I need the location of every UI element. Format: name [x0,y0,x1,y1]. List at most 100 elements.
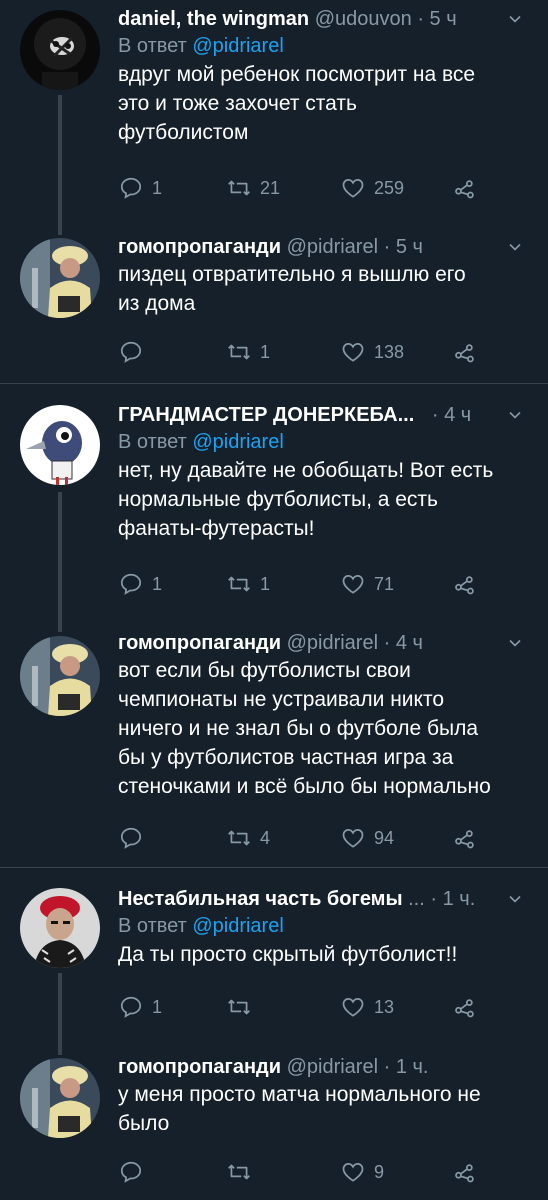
action-bar: 9 [118,1157,498,1187]
display-name[interactable]: Нестабильная часть богемы [118,888,403,910]
like-count: 138 [374,341,405,362]
costume-avatar-icon [20,1058,100,1138]
timestamp[interactable]: 5 ч [396,236,423,258]
share-button[interactable] [452,992,478,1022]
divider [0,383,548,384]
thread-line [58,973,62,1055]
reply-count: 1 [152,573,163,594]
share-button[interactable] [452,569,478,599]
retweet-icon [226,825,252,851]
tweet-text-line: из дома [118,292,196,315]
share-button[interactable] [452,337,478,367]
like-count: 13 [374,996,395,1017]
retweet-button[interactable]: 1 [226,569,270,599]
tweet-text-line: нет, ну давайте не обобщать! Вот есть [118,459,494,482]
like-button[interactable]: 9 [340,1157,384,1187]
tweet-header: гомопропаганди @pidriarel · 1 ч. [118,1054,528,1080]
tweet-text-line: Да ты просто скрытый футболист!! [118,943,458,966]
reply-mention[interactable]: @pidriarel [192,431,283,453]
avatar[interactable] [20,636,100,716]
chevron-down-icon[interactable] [508,240,522,254]
reply-button[interactable]: 1 [118,569,162,599]
like-button[interactable]: 259 [340,173,404,203]
divider [0,867,548,868]
chevron-down-icon[interactable] [508,408,522,422]
retweet-icon [226,571,252,597]
retweet-button[interactable]: 1 [226,337,270,367]
timestamp[interactable]: 1 ч. [443,888,476,910]
reply-icon [118,175,144,201]
retweet-button[interactable]: 21 [226,173,280,203]
tweet-header: гомопропаганди @pidriarel · 5 ч [118,234,528,260]
action-bar: 1 138 [118,337,498,367]
share-icon [452,571,478,597]
reply-button[interactable] [118,337,152,367]
reply-mention[interactable]: @pidriarel [192,35,283,57]
reply-button[interactable] [118,1157,152,1187]
avatar[interactable] [20,405,100,485]
handle[interactable]: @pidriarel [287,236,378,258]
avatar[interactable] [20,1058,100,1138]
share-button[interactable] [452,823,478,853]
tweet-text: пиздец отвратительно я вышлю его из дома [118,260,528,318]
costume-avatar-icon [20,636,100,716]
like-button[interactable]: 71 [340,569,394,599]
reply-icon [118,1159,144,1185]
display-name[interactable]: daniel, the wingman [118,8,309,30]
handle[interactable]: ... [408,888,425,910]
separator-dot: · [417,8,424,30]
display-name[interactable]: ГРАНДМАСТЕР ДОНЕРКЕБА... [118,404,414,426]
tweet-text-line: футболистом [118,121,249,144]
display-name[interactable]: гомопропаганди [118,236,281,258]
handle[interactable]: @pidriarel [287,1056,378,1078]
share-icon [452,339,478,365]
action-bar: 1 21 259 [118,173,498,203]
tweet-text-line: вдруг мой ребенок посмотрит на все [118,63,476,86]
reply-mention[interactable]: @pidriarel [192,915,283,937]
chevron-down-icon[interactable] [508,12,522,26]
handle[interactable]: @pidriarel [287,632,378,654]
like-button[interactable]: 13 [340,992,394,1022]
display-name[interactable]: гомопропаганди [118,632,281,654]
thread-line [58,492,62,632]
costume-avatar-icon [20,238,100,318]
retweet-icon [226,339,252,365]
share-icon [452,175,478,201]
heart-icon [340,175,366,201]
thread-line [58,95,62,235]
timestamp[interactable]: 4 ч [396,632,423,654]
reply-button[interactable] [118,823,152,853]
share-icon [452,825,478,851]
handle[interactable]: @udouvon [315,8,412,30]
reply-context: В ответ @pidriarel [118,912,528,940]
tweet-text-line: чемпионаты не устраивали никто [118,688,445,711]
retweet-button[interactable] [226,1157,260,1187]
tweet-text-line: ничего и не знал бы о футболе была [118,717,479,740]
tweet-text-line: пиздец отвратительно я вышлю его [118,263,466,286]
avatar[interactable] [20,238,100,318]
share-button[interactable] [452,173,478,203]
reply-button[interactable]: 1 [118,992,162,1022]
retweet-button[interactable] [226,992,260,1022]
heart-icon [340,825,366,851]
avatar[interactable] [20,10,100,90]
tweet-text-line: вот если бы футболисты свои [118,659,411,682]
separator-dot: · [383,632,391,654]
tweet-text-line: стеночками и всё было бы нормально [118,775,491,798]
retweet-button[interactable]: 4 [226,823,270,853]
action-bar: 1 1 71 [118,569,498,599]
retweet-icon [226,994,252,1020]
timestamp[interactable]: 1 ч. [396,1056,429,1078]
timestamp[interactable]: 4 ч [444,404,471,426]
like-button[interactable]: 138 [340,337,404,367]
chevron-down-icon[interactable] [508,636,522,650]
chevron-down-icon[interactable] [508,892,522,906]
share-button[interactable] [452,1157,478,1187]
separator-dot: · [431,404,439,426]
display-name[interactable]: гомопропаганди [118,1056,281,1078]
timestamp[interactable]: 5 ч [430,8,457,30]
like-button[interactable]: 94 [340,823,394,853]
reply-button[interactable]: 1 [118,173,162,203]
avatar[interactable] [20,888,100,968]
like-count: 9 [374,1161,385,1182]
